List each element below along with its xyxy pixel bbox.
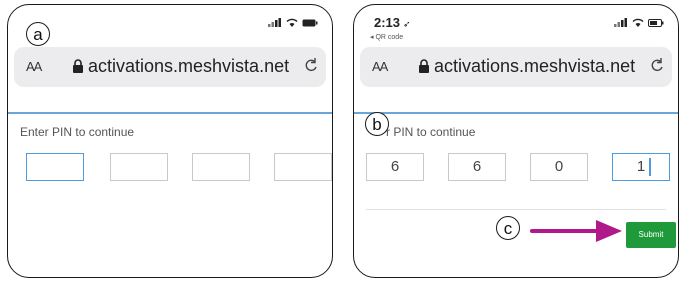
pin-digit-3[interactable] [192, 153, 250, 181]
pin-prompt: Enter PIN to continue [20, 125, 135, 139]
back-to-app-link[interactable]: ◂ QR code [370, 33, 403, 41]
battery-icon [648, 18, 664, 27]
clock: 2:13 ➶ [374, 15, 411, 30]
url-text[interactable]: activations.meshvista.net [434, 56, 635, 77]
lock-icon [419, 59, 429, 73]
pin-digit-4[interactable] [274, 153, 332, 181]
page-divider [354, 112, 678, 114]
url-text[interactable]: activations.meshvista.net [88, 56, 289, 77]
form-separator [366, 209, 666, 210]
battery-icon [302, 19, 318, 26]
page-divider [8, 112, 332, 114]
phone-screen-a: AA activations.meshvista.net Enter PIN t… [7, 4, 333, 278]
wifi-icon [632, 18, 644, 27]
callout-a: a [26, 22, 50, 46]
status-bar [8, 5, 332, 45]
pin-digit-1[interactable]: 6 [366, 153, 424, 181]
text-caret [649, 158, 651, 176]
pin-digit-1[interactable] [26, 153, 84, 181]
pin-digit-2[interactable] [110, 153, 168, 181]
pin-digit-3[interactable]: 0 [530, 153, 588, 181]
reload-icon[interactable] [304, 57, 318, 73]
pin-digit-4-value: 1 [636, 158, 646, 175]
reload-icon[interactable] [650, 57, 664, 73]
text-size-button[interactable]: AA [372, 59, 388, 74]
status-bar: 2:13 ➶ ◂ QR code [354, 5, 678, 45]
address-bar[interactable]: AA activations.meshvista.net [14, 47, 326, 87]
status-icons [268, 18, 318, 27]
signal-icon [268, 18, 281, 27]
lock-icon [73, 59, 83, 73]
submit-button[interactable]: Submit [626, 222, 676, 248]
signal-icon [614, 18, 627, 27]
callout-b: b [365, 112, 389, 136]
wifi-icon [286, 18, 298, 27]
status-icons [614, 18, 664, 27]
location-icon: ➶ [403, 19, 411, 29]
callout-c: c [496, 216, 520, 240]
pin-digit-4[interactable]: 1 [612, 153, 670, 181]
pin-digit-2[interactable]: 6 [448, 153, 506, 181]
pin-prompt: r PIN to continue [386, 125, 476, 139]
text-size-button[interactable]: AA [26, 59, 42, 74]
address-bar[interactable]: AA activations.meshvista.net [360, 47, 672, 87]
